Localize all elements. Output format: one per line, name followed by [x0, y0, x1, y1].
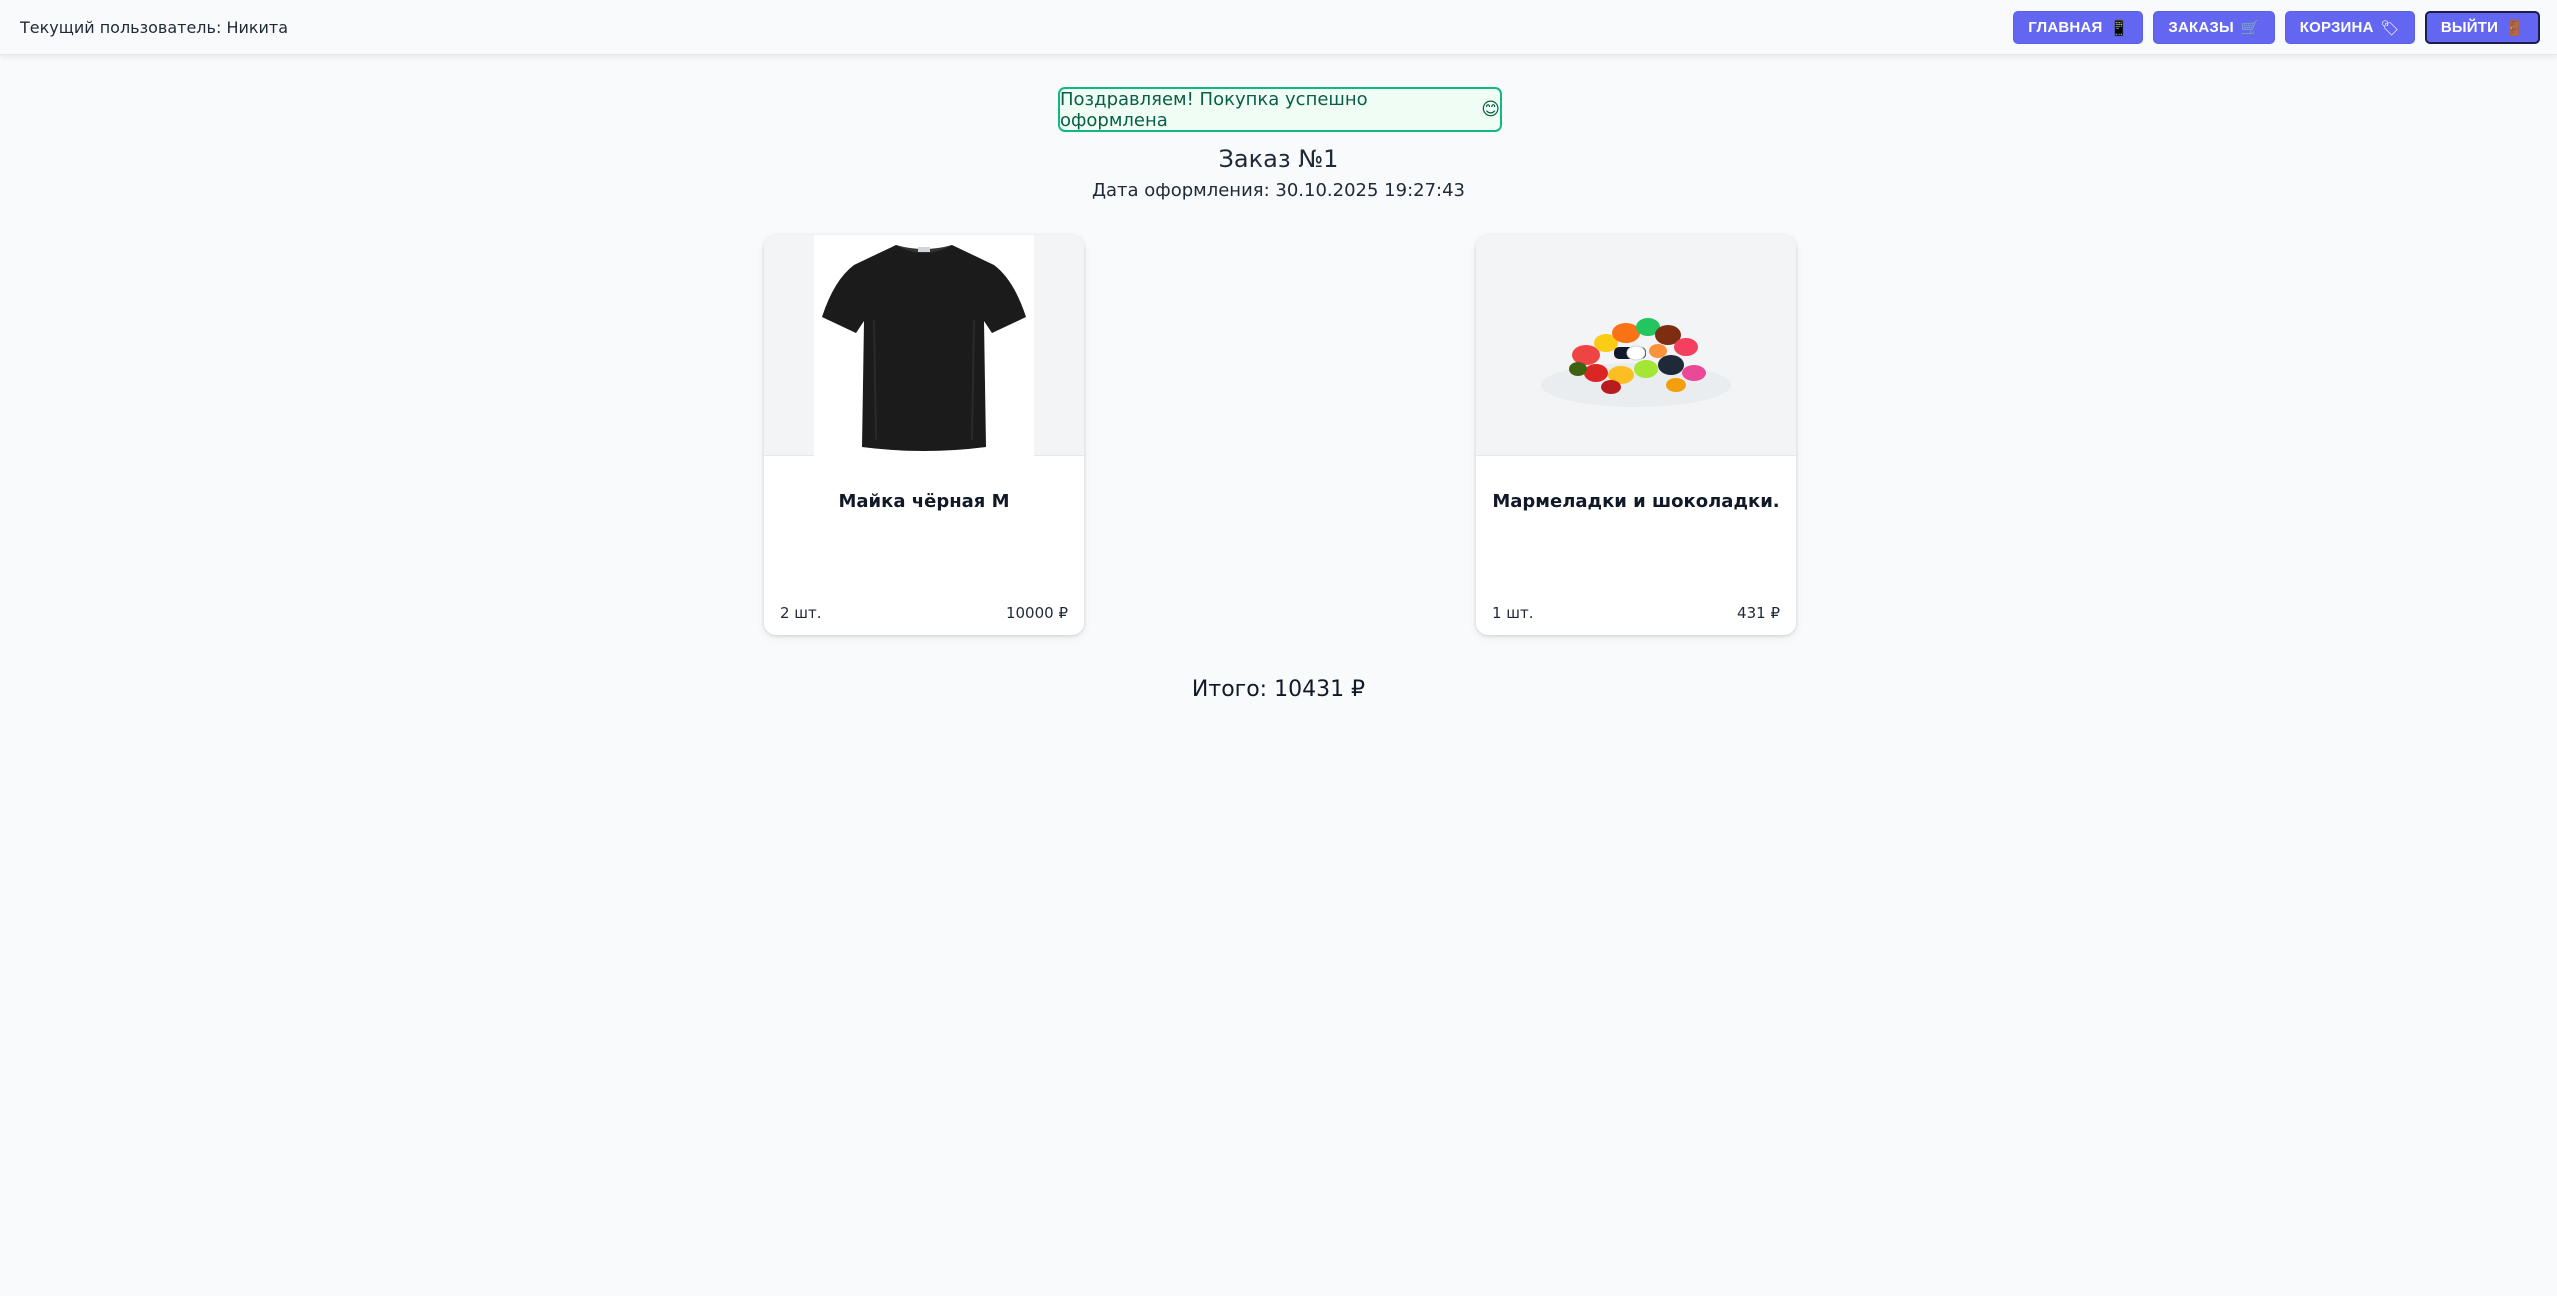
candy-pile-image	[1541, 317, 1731, 407]
cart-icon: 🛒	[2240, 19, 2260, 37]
order-item-card: Мармеладки и шоколадки. 1 шт. 431 ₽	[1476, 235, 1796, 635]
logout-button-label: ВЫЙТИ	[2440, 19, 2499, 36]
product-name: Майка чёрная M	[838, 491, 1010, 512]
product-image-area	[1476, 235, 1796, 456]
main-nav: ГЛАВНАЯ 📱 ЗАКАЗЫ 🛒 КОРЗИНА 🏷 ВЫЙТИ 🚪	[2013, 11, 2540, 44]
product-price: 431 ₽	[1737, 604, 1780, 622]
product-quantity: 2 шт.	[780, 604, 822, 622]
orders-button-label: ЗАКАЗЫ	[2168, 19, 2234, 36]
logout-button[interactable]: ВЫЙТИ 🚪	[2424, 11, 2540, 44]
home-button[interactable]: ГЛАВНАЯ 📱	[2013, 11, 2144, 44]
order-total: Итого: 10431 ₽	[1191, 677, 1366, 702]
order-item-card: Майка чёрная M 2 шт. 10000 ₽	[764, 235, 1084, 635]
product-image-area	[764, 235, 1084, 456]
door-icon: 🚪	[2505, 19, 2524, 37]
success-alert-text: Поздравляем! Покупка успешно оформлена	[1060, 88, 1368, 131]
order-date: Дата оформления: 30.10.2025 19:27:43	[1091, 180, 1466, 201]
black-tshirt-image	[814, 235, 1034, 456]
basket-button[interactable]: КОРЗИНА 🏷	[2284, 11, 2415, 44]
orders-button[interactable]: ЗАКАЗЫ 🛒	[2153, 11, 2275, 44]
product-price: 10000 ₽	[1005, 604, 1068, 622]
success-alert: Поздравляем! Покупка успешно оформлена 😊	[1058, 87, 1502, 132]
top-bar: Текущий пользователь: Никита ГЛАВНАЯ 📱 З…	[0, 0, 2557, 55]
order-title: Заказ №1	[1218, 145, 1339, 173]
tag-icon: 🏷	[2380, 19, 2400, 37]
phone-icon: 📱	[2109, 19, 2129, 37]
smile-icon: 😊	[1481, 99, 1500, 120]
product-name: Мармеладки и шоколадки.	[1492, 491, 1780, 512]
current-user-label: Текущий пользователь: Никита	[20, 18, 289, 37]
product-quantity: 1 шт.	[1492, 604, 1534, 622]
basket-button-label: КОРЗИНА	[2299, 19, 2374, 36]
home-button-label: ГЛАВНАЯ	[2028, 19, 2103, 36]
